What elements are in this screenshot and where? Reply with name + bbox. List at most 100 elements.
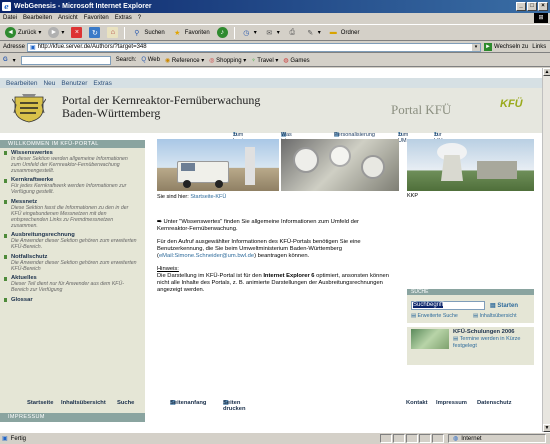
menu-help[interactable]: ? <box>138 15 141 21</box>
training-link[interactable]: ▤ Termine werden in Kürze festgelegt <box>453 336 531 349</box>
menu-bar: Datei Bearbeiten Ansicht Favoriten Extra… <box>0 13 550 23</box>
sidebar-heading: WILLKOMMEN IM KFÜ-PORTAL <box>0 140 145 148</box>
shopping-icon: ◎ <box>209 57 215 64</box>
go-arrow-icon[interactable]: ► <box>484 43 493 51</box>
overview-icon: ▤ <box>473 313 479 319</box>
links-button[interactable]: Links <box>532 44 546 50</box>
address-dropdown[interactable]: ▾ <box>472 43 481 51</box>
menu-ansicht[interactable]: Ansicht <box>58 15 78 21</box>
favorites-button[interactable]: ★ Favoriten <box>170 26 212 40</box>
kkp-caption: KKP <box>407 193 419 199</box>
search-input[interactable]: Suchbegriff <box>411 301 485 310</box>
minimize-button[interactable]: _ <box>516 2 526 11</box>
google-games-button[interactable]: ◍ Games <box>283 57 309 64</box>
vertical-scrollbar[interactable]: ▲ ▼ <box>542 68 550 432</box>
google-web-button[interactable]: Q Web <box>141 57 160 63</box>
coat-of-arms-icon <box>12 94 46 123</box>
folder-button[interactable]: ▬ Ordner <box>326 26 362 40</box>
training-icon: ▤ <box>453 336 459 342</box>
reference-icon: ◉ <box>164 57 171 64</box>
content-overview-link[interactable]: ▤ Inhaltsübersicht <box>473 313 517 319</box>
breadcrumb-startseite-link[interactable]: Startseite-KFÜ <box>190 194 226 200</box>
sidebar: WILLKOMMEN IM KFÜ-PORTAL Wissenswertes In… <box>0 140 145 363</box>
impressum-heading[interactable]: IMPRESSUM <box>0 413 145 422</box>
search-button[interactable]: ⚲ Suchen <box>129 26 166 40</box>
refresh-icon: ↻ <box>89 27 101 38</box>
start-search-button[interactable]: ▤ Starten <box>490 302 518 309</box>
close-button[interactable]: × <box>538 2 548 11</box>
stop-button[interactable]: × <box>69 26 84 40</box>
edit-icon: ✎ <box>307 29 314 37</box>
cms-extras[interactable]: Extras <box>93 80 111 87</box>
print-button[interactable]: ⎙ <box>285 26 300 40</box>
maximize-button[interactable]: □ <box>527 2 537 11</box>
site-header: Portal der Kernreaktor-Fernüberwachung B… <box>0 88 542 133</box>
forward-button[interactable]: ► ▾ <box>46 26 66 40</box>
right-column: KKP SUCHE Suchbegriff ▤ Starten ▤ Erweit… <box>407 139 534 365</box>
standard-toolbar: ◄ Zurück ▾ ► ▾ × ↻ ⌂ ⚲ Suchen ★ Favoriten … <box>0 24 550 41</box>
google-shopping-button[interactable]: ◎ Shopping ▾ <box>209 57 246 64</box>
media-icon: ♪ <box>216 27 228 38</box>
menu-datei[interactable]: Datei <box>3 15 17 21</box>
go-button[interactable]: Wechseln zu <box>494 44 528 50</box>
mail-button[interactable]: ✉ ▾ <box>262 26 282 40</box>
sidebar-item-notfallschutz[interactable]: Notfallschutz Die Anwender dieser Sektion… <box>0 252 145 274</box>
footer-impressum[interactable]: Impressum <box>436 400 467 406</box>
window-title: WebGenesis - Microsoft Internet Explorer <box>14 3 152 10</box>
address-input[interactable]: ▣ http://kfue.server.de/Authors/?target=… <box>27 42 482 52</box>
sidebar-item-kernkraftwerke[interactable]: Kernkraftwerke Für jedes Kernkraftwerk we… <box>0 176 145 198</box>
advanced-search-icon: ▤ <box>411 313 417 319</box>
header-photos <box>157 139 399 191</box>
refresh-button[interactable]: ↻ <box>87 26 102 40</box>
menu-favoriten[interactable]: Favoriten <box>84 15 109 21</box>
search-icon: ⚲ <box>134 29 140 37</box>
scroll-up-icon[interactable]: ▲ <box>543 68 550 76</box>
media-button[interactable]: ♪ <box>215 26 230 40</box>
history-button[interactable]: ◷ ▾ <box>239 26 259 40</box>
training-image <box>411 329 449 349</box>
print-icon: ⎙ <box>289 28 296 36</box>
page-icon: ▣ <box>30 44 36 51</box>
status-cells <box>380 434 444 443</box>
google-dropdown[interactable]: ▾ <box>13 57 16 64</box>
footer-kontakt[interactable]: Kontakt <box>406 400 428 406</box>
sidebar-item-ausbreitungsrechnung[interactable]: Ausbreitungsrechnung Die Anwender dieser … <box>0 231 145 253</box>
security-zone: ◍ Internet <box>448 434 546 443</box>
search-heading: SUCHE <box>407 289 534 295</box>
site-title: Portal der Kernreaktor-Fernüberwachung B… <box>62 93 261 120</box>
sidebar-item-wissenswertes[interactable]: Wissenswertes In dieser Sektion werden al… <box>0 148 145 176</box>
web-search-icon: Q <box>141 57 147 63</box>
email-link[interactable]: eMail:Simone.Schneider@um.bwl.de <box>159 253 254 259</box>
menu-bearbeiten[interactable]: Bearbeiten <box>23 15 52 21</box>
footer-datenschutz[interactable]: Datenschutz <box>477 400 511 406</box>
google-travel-button[interactable]: ♆ Travel ▾ <box>251 57 278 64</box>
photo-vehicle <box>157 139 279 191</box>
account-paragraph: Für den Aufruf ausgewählter Informatione… <box>157 239 361 259</box>
sidebar-item-aktuelles[interactable]: Aktuelles Dieser Teil dient nur für Anwen… <box>0 274 145 296</box>
page-content: Bearbeiten Neu Benutzer Extras Portal de… <box>0 68 542 432</box>
sidebar-item-messnetz[interactable]: Messnetz Diese Sektion fasst die Informat… <box>0 197 145 231</box>
google-search-label: Search: <box>115 57 137 63</box>
footer-suche[interactable]: Suche <box>117 400 134 406</box>
kfu-logo: KFÜ <box>500 98 523 110</box>
sidebar-item-glossar[interactable]: Glossar <box>0 295 145 305</box>
stop-icon: × <box>71 27 83 38</box>
scroll-down-icon[interactable]: ▼ <box>543 424 550 432</box>
training-box: KFÜ-Schulungen 2006 ▤ Termine werden in … <box>407 327 534 365</box>
google-logo-icon: G <box>3 57 8 63</box>
footer-inhaltsuebersicht[interactable]: Inhaltsübersicht <box>61 400 106 406</box>
menu-extras[interactable]: Extras <box>115 15 132 21</box>
cms-benutzer[interactable]: Benutzer <box>61 80 87 87</box>
cms-neu[interactable]: Neu <box>43 80 55 87</box>
footer-startseite[interactable]: Startseite <box>27 400 53 406</box>
home-button[interactable]: ⌂ <box>105 26 120 40</box>
edit-button[interactable]: ✎ ▾ <box>303 26 323 40</box>
back-button[interactable]: ◄ Zurück ▾ <box>3 26 43 40</box>
advanced-search-link[interactable]: ▤ Erweiterte Suche <box>411 313 458 319</box>
portal-kfu-label: Portal KFÜ <box>391 102 452 117</box>
page-footer: Startseite Inhaltsübersicht Suche ▤ Seit… <box>27 400 512 412</box>
google-search-input[interactable] <box>20 55 111 65</box>
bullet-arrow-icon: ➨ <box>157 219 162 225</box>
cms-bearbeiten[interactable]: Bearbeiten <box>6 80 37 87</box>
google-reference-button[interactable]: ◉ Reference ▾ <box>165 57 204 64</box>
